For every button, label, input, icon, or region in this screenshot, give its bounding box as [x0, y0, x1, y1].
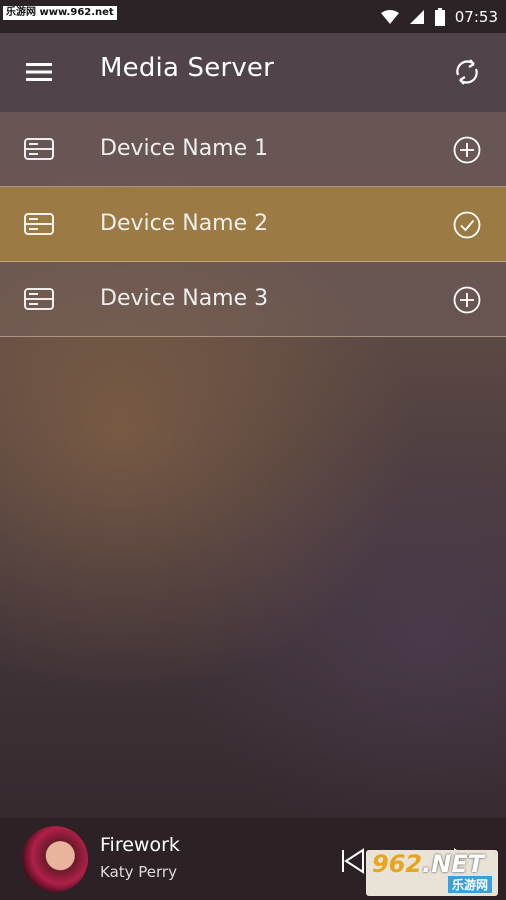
device-label: Device Name 2 — [100, 211, 269, 236]
device-row-2[interactable]: Device Name 2 — [0, 187, 506, 262]
watermark-logo-subtext: 乐游网 — [447, 876, 492, 893]
device-row-1[interactable]: Device Name 1 — [0, 112, 506, 187]
add-circle-icon[interactable] — [453, 286, 481, 314]
track-title: Firework — [100, 834, 180, 856]
device-row-3[interactable]: Device Name 3 — [0, 262, 506, 337]
server-icon — [24, 288, 54, 310]
previous-icon[interactable] — [340, 848, 366, 874]
app-bar: Media Server — [0, 33, 506, 112]
add-circle-icon[interactable] — [453, 136, 481, 164]
status-bar: 乐游网 www.962.net 07:53 — [0, 0, 506, 33]
album-art[interactable] — [22, 826, 88, 892]
check-circle-icon[interactable] — [453, 211, 481, 239]
battery-icon — [434, 7, 445, 26]
watermark-label: 乐游网 www.962.net — [3, 6, 117, 20]
device-label: Device Name 3 — [100, 286, 269, 311]
watermark-logo: 962.NET 乐游网 — [366, 850, 498, 896]
device-list: Device Name 1 Device Name 2 Device Name … — [0, 112, 506, 337]
device-label: Device Name 1 — [100, 136, 269, 161]
track-artist: Katy Perry — [100, 863, 177, 881]
wifi-icon — [380, 9, 399, 24]
signal-icon — [409, 9, 424, 24]
refresh-icon[interactable] — [450, 55, 484, 89]
server-icon — [24, 213, 54, 235]
menu-icon[interactable] — [24, 59, 54, 85]
server-icon — [24, 138, 54, 160]
watermark-logo-text: 962.NET — [372, 850, 485, 878]
status-icons: 07:53 — [380, 0, 498, 33]
page-title: Media Server — [100, 53, 275, 83]
clock: 07:53 — [454, 7, 498, 26]
